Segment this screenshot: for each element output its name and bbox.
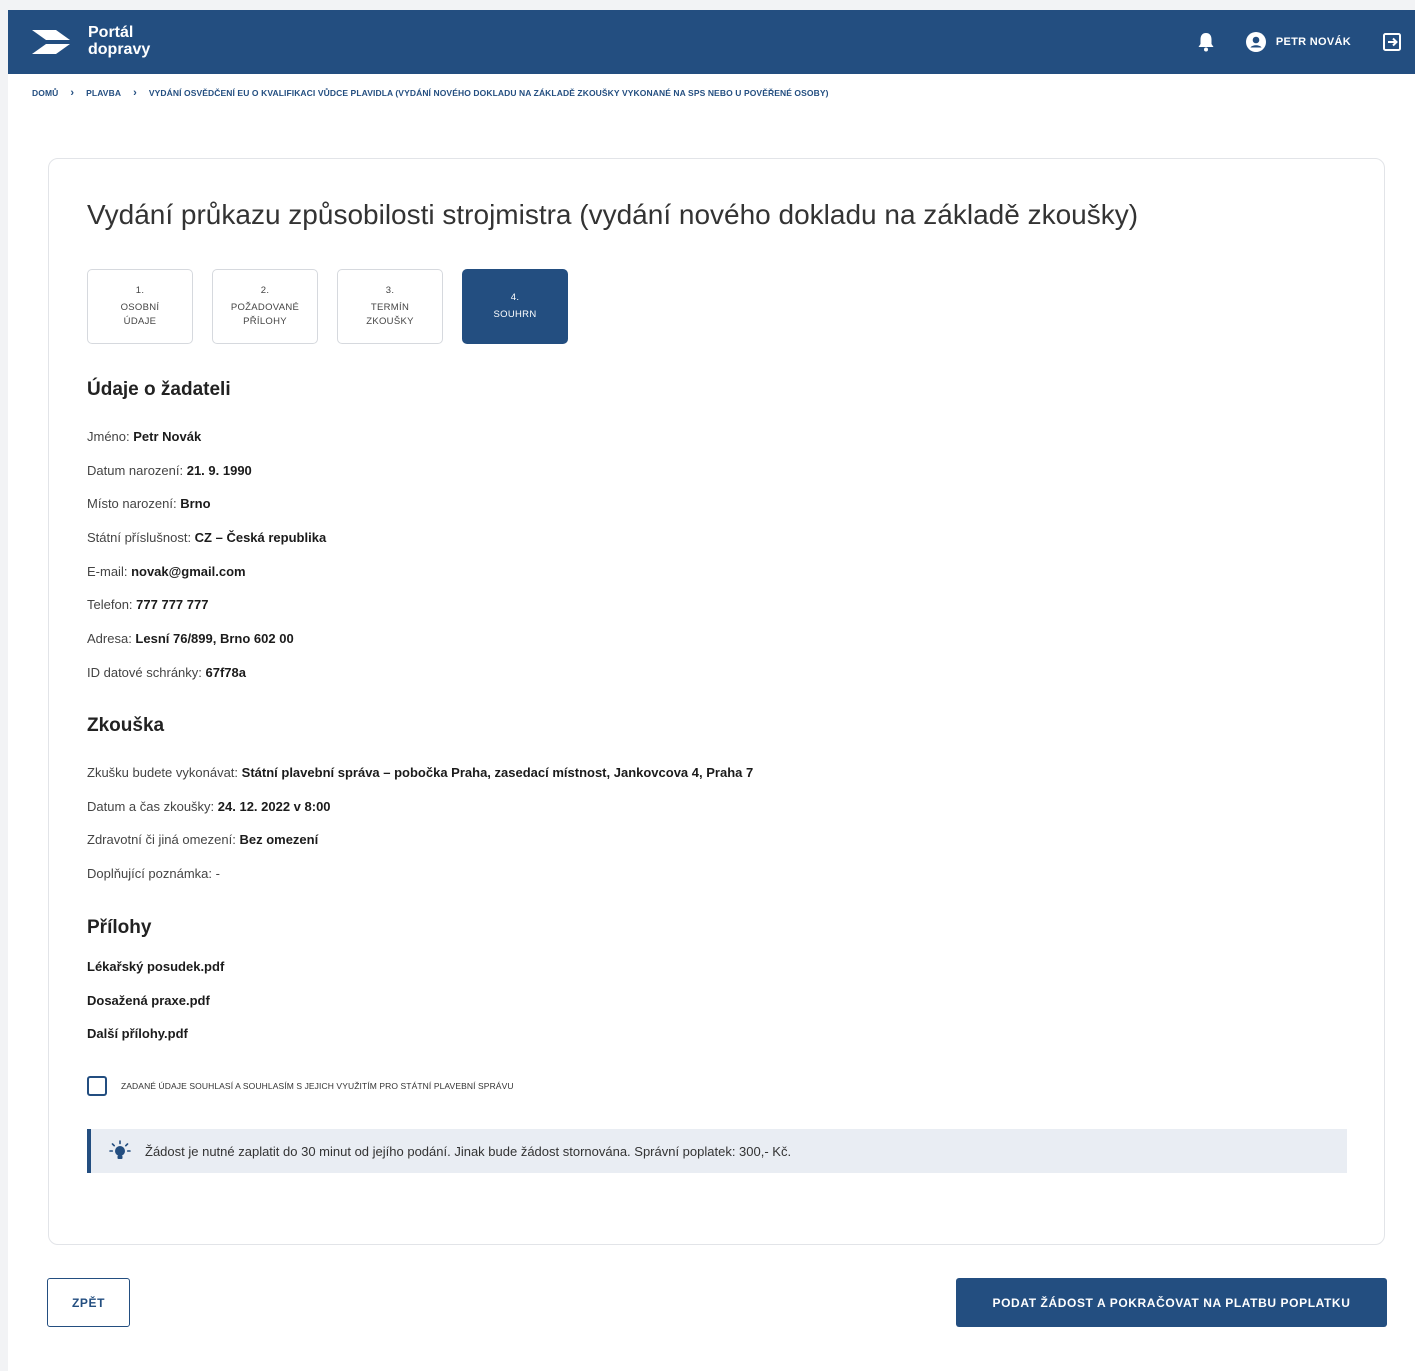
attachment-file[interactable]: Lékařský posudek.pdf <box>87 959 224 974</box>
back-button[interactable]: ZPĚT <box>47 1278 130 1327</box>
summary-card: Vydání průkazu způsobilosti strojmistra … <box>48 158 1385 1245</box>
field-label: Datum a čas zkoušky: <box>87 799 218 814</box>
logout-icon[interactable] <box>1381 31 1403 53</box>
step-label: ÚDAJE <box>123 316 157 327</box>
step-number: 1. <box>135 285 145 296</box>
consent-row: ZADANÉ ÚDAJE SOUHLASÍ A SOUHLASÍM S JEJI… <box>87 1076 514 1096</box>
submit-and-pay-button[interactable]: PODAT ŽÁDOST A POKRAČOVAT NA PLATBU POPL… <box>956 1278 1387 1327</box>
step-3-exam-date[interactable]: 3. TERMÍN ZKOUŠKY <box>337 269 443 344</box>
field-value: Lesní 76/899, Brno 602 00 <box>135 631 294 646</box>
field-value: 67f78a <box>205 665 246 680</box>
page: Portál dopravy PETR NOVÁK DOMŮ › PLAVBA … <box>8 10 1415 1371</box>
step-label: SOUHRN <box>493 309 537 320</box>
applicant-name: Jméno: Petr Novák <box>87 429 201 444</box>
applicant-birthplace: Místo narození: Brno <box>87 496 211 511</box>
applicant-phone: Telefon: 777 777 777 <box>87 597 208 612</box>
breadcrumb: DOMŮ › PLAVBA › VYDÁNÍ OSVĚDČENÍ EU O KV… <box>8 74 1415 112</box>
field-value: Státní plavební správa – pobočka Praha, … <box>241 765 754 780</box>
applicant-heading: Údaje o žadateli <box>87 379 231 400</box>
logo-line-1: Portál <box>88 24 134 41</box>
field-value: Bez omezení <box>239 832 319 847</box>
exam-datetime: Datum a čas zkoušky: 24. 12. 2022 v 8:00 <box>87 799 331 814</box>
exam-restrictions: Zdravotní či jiná omezení: Bez omezení <box>87 832 318 847</box>
step-1-personal-data[interactable]: 1. OSOBNÍ ÚDAJE <box>87 269 193 344</box>
chevron-right-icon: › <box>133 87 137 99</box>
user-name: PETR NOVÁK <box>1275 36 1351 48</box>
logo-icon[interactable] <box>30 26 74 58</box>
user-menu[interactable]: PETR NOVÁK <box>1245 32 1351 52</box>
step-label: POŽADOVANÉ <box>230 302 300 313</box>
field-value: novak@gmail.com <box>131 564 246 579</box>
exam-note: Doplňující poznámka: - <box>87 866 220 881</box>
field-label: Datum narození: <box>87 463 187 478</box>
field-value: Petr Novák <box>133 429 202 444</box>
step-number: 2. <box>260 285 270 296</box>
step-label: TERMÍN <box>370 302 410 313</box>
notice-text: Žádost je nutné zaplatit do 30 minut od … <box>145 1143 792 1159</box>
step-navigation: 1. OSOBNÍ ÚDAJE 2. POŽADOVANÉ PŘÍLOHY 3.… <box>87 269 587 344</box>
page-title: Vydání průkazu způsobilosti strojmistra … <box>87 199 1139 230</box>
step-2-attachments[interactable]: 2. POŽADOVANÉ PŘÍLOHY <box>212 269 318 344</box>
field-label: Adresa: <box>87 631 136 646</box>
field-value: Brno <box>180 496 211 511</box>
attachments-heading: Přílohy <box>87 917 152 938</box>
payment-notice: Žádost je nutné zaplatit do 30 minut od … <box>87 1129 1347 1173</box>
field-label: E-mail: <box>87 564 132 579</box>
field-label: Místo narození: <box>87 496 181 511</box>
chevron-right-icon: › <box>70 87 75 99</box>
step-4-summary[interactable]: 4. SOUHRN <box>462 269 568 344</box>
field-label: Zdravotní či jiná omezení: <box>87 832 240 847</box>
step-number: 3. <box>385 285 395 296</box>
field-value: 21. 9. 1990 <box>186 463 252 478</box>
field-value: 24. 12. 2022 v 8:00 <box>217 799 331 814</box>
breadcrumb-current[interactable]: VYDÁNÍ OSVĚDČENÍ EU O KVALIFIKACI VŮDCE … <box>149 88 829 98</box>
exam-location: Zkušku budete vykonávat: Státní plavební… <box>87 765 753 780</box>
top-right-tools: PETR NOVÁK <box>1196 10 1403 74</box>
step-number: 4. <box>510 292 520 303</box>
breadcrumb-home[interactable]: DOMŮ <box>32 88 58 98</box>
field-label: Telefon: <box>87 597 137 612</box>
step-label: ZKOUŠKY <box>366 316 414 327</box>
field-label: Doplňující poznámka: - <box>87 866 220 881</box>
logo-line-2: dopravy <box>88 41 151 58</box>
applicant-address: Adresa: Lesní 76/899, Brno 602 00 <box>87 631 294 646</box>
field-label: Jméno: <box>87 429 134 444</box>
field-value: 777 777 777 <box>136 597 209 612</box>
step-label: PŘÍLOHY <box>243 316 287 327</box>
applicant-birthdate: Datum narození: 21. 9. 1990 <box>87 463 252 478</box>
applicant-databox-id: ID datové schránky: 67f78a <box>87 665 246 680</box>
top-bar: Portál dopravy PETR NOVÁK <box>8 10 1415 74</box>
lightbulb-icon <box>109 1140 131 1159</box>
field-label: ID datové schránky: <box>87 665 206 680</box>
breadcrumb-plavba[interactable]: PLAVBA <box>86 88 121 98</box>
attachment-file[interactable]: Další přílohy.pdf <box>87 1026 188 1041</box>
bell-icon[interactable] <box>1196 31 1216 53</box>
step-label: OSOBNÍ <box>120 302 160 313</box>
applicant-email: E-mail: novak@gmail.com <box>87 564 246 579</box>
attachment-file[interactable]: Dosažená praxe.pdf <box>87 993 210 1008</box>
consent-checkbox[interactable] <box>87 1076 107 1096</box>
user-avatar-icon <box>1245 32 1266 52</box>
applicant-nationality: Státní příslušnost: CZ – Česká republika <box>87 530 326 545</box>
consent-label[interactable]: ZADANÉ ÚDAJE SOUHLASÍ A SOUHLASÍM S JEJI… <box>121 1081 514 1091</box>
exam-heading: Zkouška <box>87 715 165 736</box>
field-label: Zkušku budete vykonávat: <box>87 765 242 780</box>
logo-text[interactable]: Portál dopravy <box>88 24 150 58</box>
field-value: CZ – Česká republika <box>194 530 327 545</box>
field-label: Státní příslušnost: <box>87 530 195 545</box>
